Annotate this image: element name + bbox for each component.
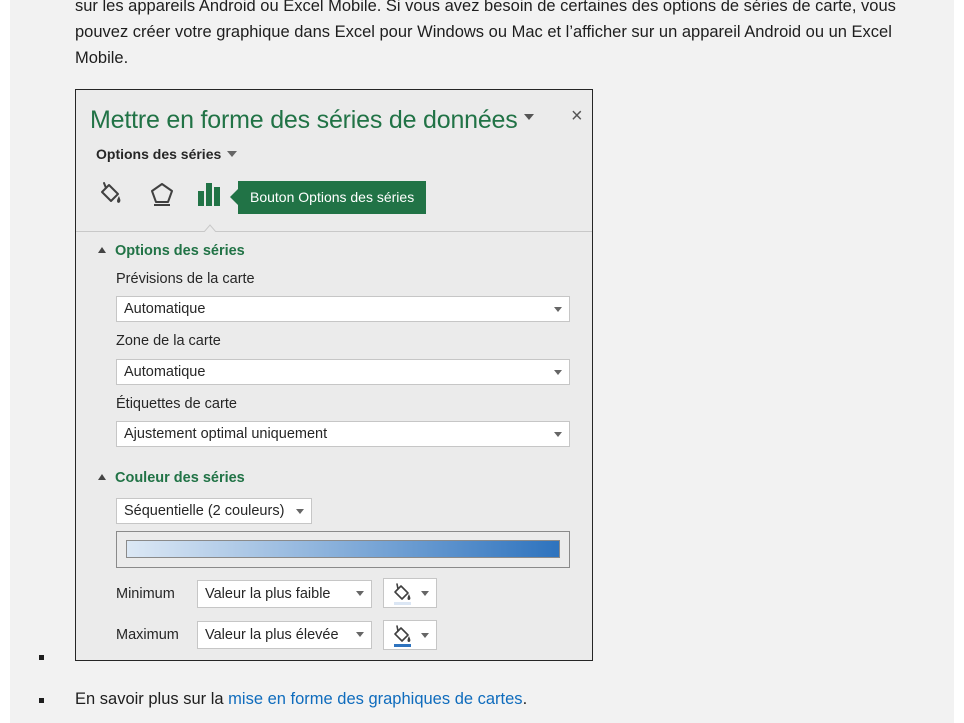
gradient-bar — [126, 540, 560, 558]
minimum-color-picker[interactable] — [383, 578, 437, 608]
format-map-charts-link[interactable]: mise en forme des graphiques de cartes — [228, 690, 522, 708]
learn-more-prefix: En savoir plus sur la — [75, 690, 229, 708]
color-scheme-value: Séquentielle (2 couleurs) — [124, 503, 285, 519]
paint-bucket-icon — [394, 625, 411, 647]
series-options-tooltip: Bouton Options des séries — [229, 181, 427, 214]
effects-pentagon-icon — [151, 183, 173, 206]
chevron-down-icon — [554, 307, 562, 312]
chevron-down-icon — [296, 509, 304, 514]
series-options-dropdown[interactable]: Options des séries — [96, 146, 238, 162]
chevron-down-icon — [356, 591, 364, 596]
section-series-options-label: Options des séries — [115, 243, 245, 259]
section-series-options-header[interactable]: Options des séries — [98, 243, 245, 259]
learn-more-item: En savoir plus sur la mise en forme des … — [75, 690, 527, 709]
section-series-color-label: Couleur des séries — [115, 470, 245, 486]
minimum-value: Valeur la plus faible — [205, 586, 331, 602]
map-area-select[interactable]: Automatique — [116, 359, 570, 385]
tab-series-options[interactable] — [196, 179, 226, 209]
map-area-value: Automatique — [124, 364, 206, 380]
map-labels-select[interactable]: Ajustement optimal uniquement — [116, 421, 570, 447]
map-projection-value: Automatique — [124, 301, 206, 317]
panel-title-caret-icon[interactable] — [524, 114, 534, 120]
chevron-down-icon — [356, 632, 364, 637]
maximum-select[interactable]: Valeur la plus élevée — [197, 621, 372, 649]
chevron-down-icon — [421, 633, 429, 638]
close-button[interactable]: × — [571, 106, 583, 126]
series-options-dropdown-label: Options des séries — [96, 146, 222, 162]
map-labels-label: Étiquettes de carte — [116, 396, 237, 412]
map-projection-select[interactable]: Automatique — [116, 296, 570, 322]
format-data-series-screenshot: Mettre en forme des séries de données × … — [75, 89, 593, 661]
minimum-select[interactable]: Valeur la plus faible — [197, 580, 372, 608]
collapse-triangle-icon — [98, 474, 106, 480]
maximum-value: Valeur la plus élevée — [205, 627, 339, 643]
collapse-triangle-icon — [98, 247, 106, 253]
map-projection-label: Prévisions de la carte — [116, 271, 255, 287]
learn-more-suffix: . — [522, 690, 528, 708]
tab-divider — [76, 231, 592, 232]
chevron-down-icon — [554, 370, 562, 375]
maximum-label: Maximum — [116, 627, 179, 643]
map-labels-value: Ajustement optimal uniquement — [124, 426, 328, 442]
list-bullet — [39, 655, 44, 660]
chevron-down-icon — [421, 591, 429, 596]
series-options-bar-icon — [198, 183, 220, 206]
tab-fill-line[interactable] — [96, 179, 126, 209]
article-body: sur les appareils Android ou Excel Mobil… — [10, 0, 954, 723]
maximum-color-picker[interactable] — [383, 620, 437, 650]
panel-title: Mettre en forme des séries de données — [90, 106, 518, 134]
color-scheme-select[interactable]: Séquentielle (2 couleurs) — [116, 498, 312, 524]
tab-effects[interactable] — [147, 179, 177, 209]
chevron-down-icon — [554, 432, 562, 437]
intro-paragraph: sur les appareils Android ou Excel Mobil… — [75, 0, 896, 67]
list-bullet — [39, 698, 44, 703]
minimum-label: Minimum — [116, 586, 175, 602]
section-series-color-header[interactable]: Couleur des séries — [98, 470, 245, 486]
chevron-down-icon — [227, 151, 238, 157]
selected-tab-indicator — [204, 224, 216, 232]
fill-line-icon — [101, 182, 121, 203]
paint-bucket-icon — [394, 583, 411, 605]
map-area-label: Zone de la carte — [116, 333, 221, 349]
gradient-preview — [116, 531, 570, 568]
